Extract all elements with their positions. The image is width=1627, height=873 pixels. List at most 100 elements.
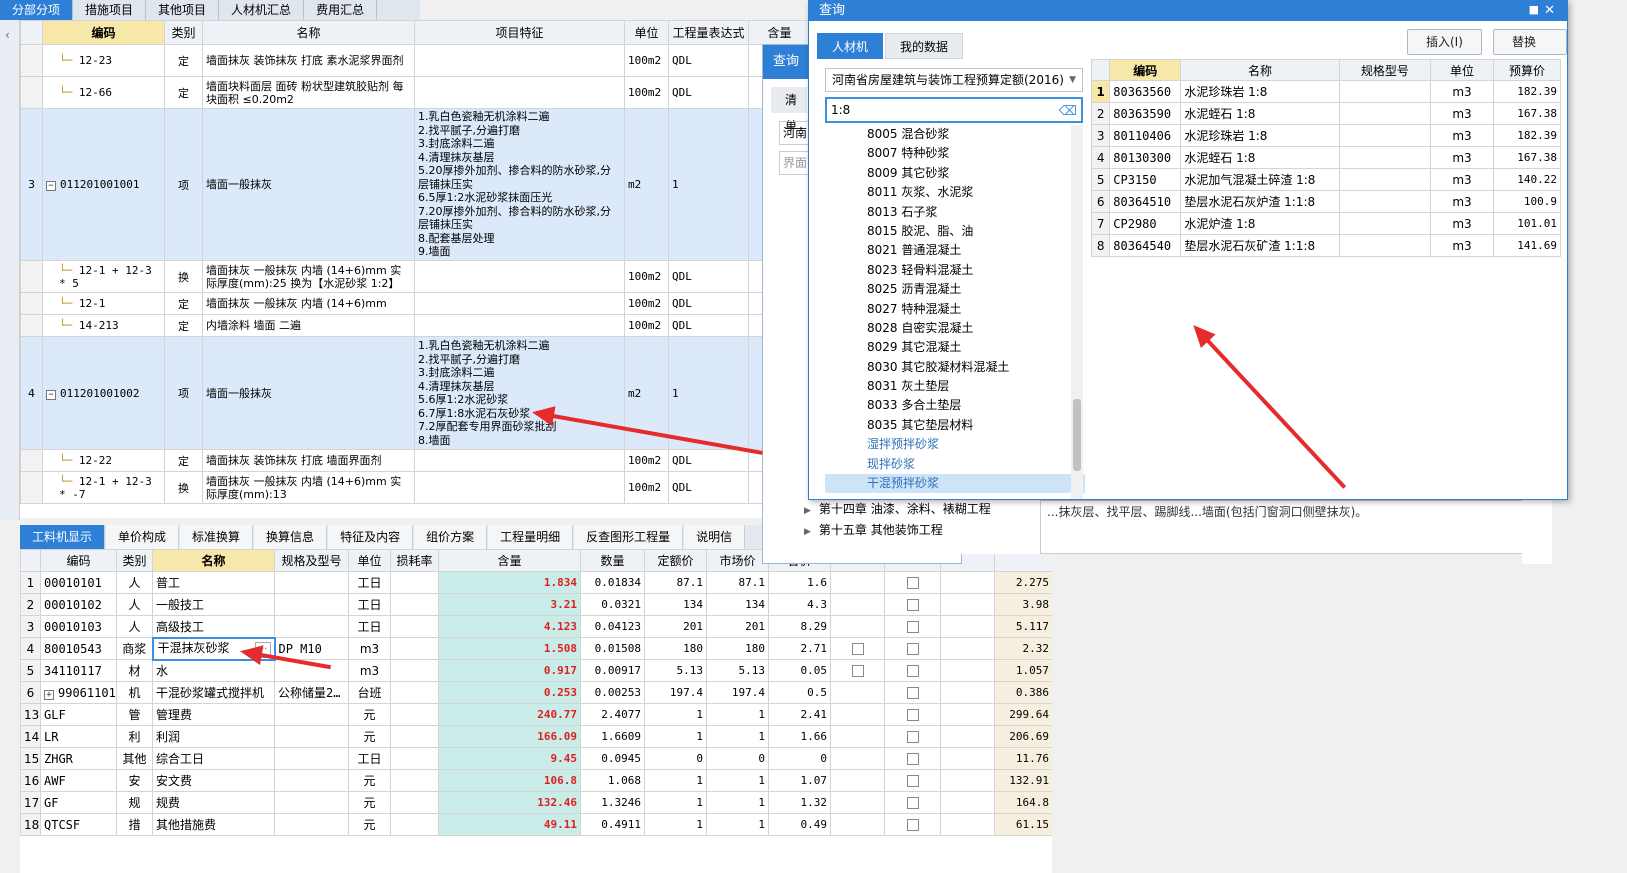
col-header-code[interactable]: 编码 [42,20,165,45]
bill-type[interactable]: 换 [164,471,203,504]
bill-name[interactable]: 墙面一般抹灰 [202,108,415,261]
resource-total[interactable]: 4.3 [768,593,831,616]
bill-feature[interactable] [414,471,625,504]
bill-row[interactable]: └─ 12-1 定墙面抹灰 一般抹灰 内墙 (14+6)mm 100m2 QDL [20,292,810,315]
resource-spec[interactable]: DP M10 [274,637,349,660]
extra-check-cell[interactable] [830,769,885,792]
result-name[interactable]: 垫层水泥石灰矿渣 1:1:8 [1180,234,1340,257]
resource-name[interactable]: 管理费 [152,703,275,726]
tab-fancha[interactable]: 反查图形工程量 [574,525,684,549]
resource-row[interactable]: 6+990611010机干混砂浆罐式搅拌机公称储量2…台班 0.2530.0025… [20,681,1052,704]
lock-check-cell[interactable] [884,791,941,814]
result-code[interactable]: 80364510 [1109,190,1182,213]
result-code[interactable]: 80364540 [1109,234,1182,257]
col-header-price[interactable]: 预算价 [1492,59,1562,81]
tab-rencaiji[interactable]: 人材机 [817,33,884,59]
bill-row[interactable]: └─ 12-22 定墙面抹灰 装饰抹灰 打底 墙面界面剂 100m2 QDL [20,449,810,472]
resource-content[interactable]: 0.253 [438,681,581,704]
result-row[interactable]: 4 80130300 水泥蛭石 1:8 m3 167.38 [1090,146,1562,169]
scroll-thumb[interactable] [1073,399,1081,471]
result-unit[interactable]: m3 [1430,212,1494,235]
resource-code[interactable]: GF [40,791,117,814]
col-header-type[interactable]: 类别 [116,549,153,572]
tab-fenbu[interactable]: 分部分项 [0,0,74,20]
resource-content[interactable]: 240.77 [438,703,581,726]
lock-check-cell[interactable] [884,703,941,726]
insert-button[interactable]: 插入(I) [1407,29,1482,55]
result-row[interactable]: 6 80364510 垫层水泥石灰炉渣 1:1:8 m3 100.9 [1090,190,1562,213]
resource-loss[interactable] [390,615,439,638]
bill-row[interactable]: └─ 14-213 定内墙涂料 墙面 二遍 100m2 QDL [20,314,810,337]
resource-market[interactable]: 1 [706,769,769,792]
result-name[interactable]: 水泥加气混凝土碎渣 1:8 [1180,168,1340,191]
resource-spec[interactable]: 公称储量2… [274,681,349,704]
bill-name[interactable]: 墙面块料面层 面砖 粉状型建筑胶贴剂 每块面积 ≤0.20m2 [202,76,415,109]
result-unit[interactable]: m3 [1430,80,1494,103]
chevron-left-icon[interactable]: ‹ [5,28,10,42]
resource-last-value[interactable]: 164.8 [994,791,1052,814]
category-list-item[interactable]: 8009 其它砂浆 [825,164,1085,183]
resource-name[interactable]: 高级技工 [152,615,275,638]
resource-last-value[interactable]: 299.64 [994,703,1052,726]
bill-expr[interactable]: 1 [668,108,749,261]
result-unit[interactable]: m3 [1430,102,1494,125]
lock-check-cell[interactable] [884,813,941,836]
tab-gongchengliang[interactable]: 工程量明细 [488,525,574,549]
result-name[interactable]: 水泥珍珠岩 1:8 [1180,80,1340,103]
resource-market[interactable]: 134 [706,593,769,616]
extra-check-cell[interactable] [830,571,885,594]
resource-content[interactable]: 49.11 [438,813,581,836]
resource-total[interactable]: 1.6 [768,571,831,594]
bill-code-cell[interactable]: └─ 12-1 + 12-3 * -7 [42,471,165,504]
tab-my-data[interactable]: 我的数据 [885,33,964,59]
bill-row[interactable]: └─ 12-23 定墙面抹灰 装饰抹灰 打底 素水泥浆界面剂 100m2 QDL [20,44,810,77]
bill-row[interactable]: └─ 12-1 + 12-3 * 5 换墙面抹灰 一般抹灰 内墙 (14+6)mm… [20,260,810,293]
resource-market[interactable]: 5.13 [706,659,769,682]
checkbox[interactable] [906,687,919,699]
category-list-item[interactable]: 8011 灰浆、水泥浆 [825,183,1085,202]
resource-price[interactable]: 134 [644,593,707,616]
extra-cell[interactable] [940,703,995,726]
result-spec[interactable] [1338,168,1432,191]
checkbox[interactable] [851,643,864,655]
bill-expr[interactable]: QDL [668,471,749,504]
resource-type[interactable]: 人 [116,593,153,616]
resource-type[interactable]: 商浆 [116,637,153,660]
result-spec[interactable] [1338,190,1432,213]
col-header-expr[interactable]: 工程量表达式 [668,20,749,45]
resource-price[interactable]: 1 [644,813,707,836]
bill-name[interactable]: 墙面一般抹灰 [202,336,415,450]
bill-code-cell[interactable]: └─ 12-22 [42,449,165,472]
bill-code-cell[interactable]: −011201001001 [42,108,165,261]
category-list-item[interactable]: 8015 胶泥、脂、油 [825,222,1085,241]
col-header-market[interactable]: 市场价 [706,549,769,572]
result-spec[interactable] [1338,212,1432,235]
extra-cell[interactable] [940,769,995,792]
col-header-code[interactable]: 编码 [40,549,117,572]
resource-row[interactable]: 5 34110117 材水 m3 0.917 0.00917 5.13 5.13 0.05 1.0… [20,659,1052,682]
bill-type[interactable]: 定 [164,449,203,472]
resource-last-value[interactable]: 2.275 [994,571,1052,594]
bill-row[interactable]: 4−011201001002 项墙面一般抹灰 1.乳白色瓷釉无机涂料二遍 2.找平腻… [20,336,810,450]
resource-price[interactable]: 1 [644,769,707,792]
resource-spec[interactable] [274,615,349,638]
resource-loss[interactable] [390,769,439,792]
bg-side-label-1[interactable]: 清单 [771,87,807,133]
resource-loss[interactable] [390,593,439,616]
result-row[interactable]: 2 80363590 水泥蛭石 1:8 m3 167.38 [1090,102,1562,125]
resource-price[interactable]: 87.1 [644,571,707,594]
lock-check-cell[interactable] [884,681,941,704]
checkbox[interactable] [906,819,919,831]
resource-last-value[interactable]: 132.91 [994,769,1052,792]
resource-market[interactable]: 1 [706,791,769,814]
checkbox[interactable] [906,797,919,809]
resource-row[interactable]: 17 GF 规规费元 132.46 1.3246 1 1 1.32 164.8 [20,791,1052,814]
resource-unit[interactable]: 元 [348,791,391,814]
resource-last-value[interactable]: 3.98 [994,593,1052,616]
resource-code[interactable]: 34110117 [40,659,117,682]
resource-code[interactable]: AWF [40,769,117,792]
result-price[interactable]: 167.38 [1492,102,1562,125]
resource-content[interactable]: 3.21 [438,593,581,616]
checkbox[interactable] [851,665,864,677]
extra-check-cell[interactable] [830,813,885,836]
